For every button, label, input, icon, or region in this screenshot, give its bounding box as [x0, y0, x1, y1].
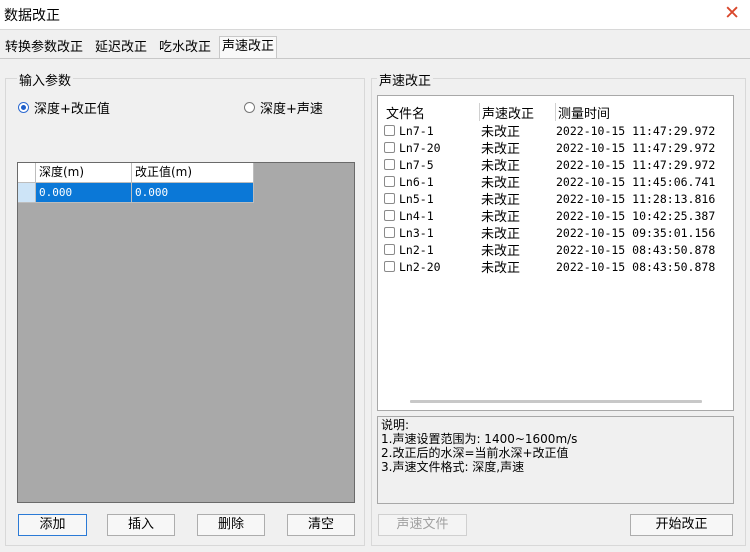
- radio-depth-velocity-label: 深度+声速: [260, 102, 323, 117]
- header-filename[interactable]: 文件名: [384, 103, 480, 122]
- grid-corner: [18, 163, 36, 183]
- notes-title: 说明:: [381, 418, 410, 432]
- file-row[interactable]: Ln4-1 未改正 2022-10-15 10:42:25.387: [384, 207, 726, 225]
- checkbox[interactable]: [384, 176, 395, 187]
- horizontal-scrollbar[interactable]: [410, 400, 702, 403]
- close-icon[interactable]: ✕: [724, 3, 740, 23]
- grid-header-depth[interactable]: 深度(m): [36, 163, 132, 183]
- file-row[interactable]: Ln7-5 未改正 2022-10-15 11:47:29.972: [384, 156, 726, 174]
- tab-sound-velocity-correction[interactable]: 声速改正: [219, 36, 278, 59]
- file-name: Ln6-1: [399, 174, 434, 189]
- file-name: Ln2-1: [399, 242, 434, 257]
- file-time: 2022-10-15 08:43:50.878: [556, 259, 716, 274]
- file-time: 2022-10-15 09:35:01.156: [556, 225, 716, 240]
- file-time: 2022-10-15 11:47:29.972: [556, 123, 716, 138]
- tab-draft-correction[interactable]: 吃水改正: [157, 38, 213, 58]
- grid-row-header[interactable]: [18, 183, 36, 203]
- grid-row[interactable]: 0.000 0.000: [18, 183, 254, 203]
- checkbox[interactable]: [384, 261, 395, 272]
- file-row[interactable]: Ln5-1 未改正 2022-10-15 11:28:13.816: [384, 190, 726, 208]
- grid-cell-depth[interactable]: 0.000: [36, 183, 132, 203]
- file-name: Ln2-20: [399, 259, 441, 274]
- radio-selected-icon: [18, 102, 29, 113]
- checkbox[interactable]: [384, 244, 395, 255]
- radio-depth-correction-label: 深度+改正值: [34, 102, 110, 117]
- header-time[interactable]: 测量时间: [556, 103, 724, 122]
- file-name: Ln3-1: [399, 225, 434, 240]
- radio-depth-velocity[interactable]: 深度+声速: [244, 98, 323, 117]
- start-correction-button[interactable]: 开始改正: [630, 514, 733, 536]
- sound-file-button[interactable]: 声速文件: [378, 514, 467, 536]
- file-row[interactable]: Ln2-20 未改正 2022-10-15 08:43:50.878: [384, 258, 726, 276]
- file-name: Ln7-1: [399, 123, 434, 138]
- add-button[interactable]: 添加: [18, 514, 87, 536]
- notes-line: 1.声速设置范围为: 1400~1600m/s: [381, 432, 578, 446]
- file-time: 2022-10-15 11:45:06.741: [556, 174, 716, 189]
- insert-button[interactable]: 插入: [107, 514, 175, 536]
- checkbox[interactable]: [384, 210, 395, 221]
- checkbox[interactable]: [384, 193, 395, 204]
- file-name: Ln5-1: [399, 191, 434, 206]
- clear-button[interactable]: 清空: [287, 514, 355, 536]
- checkbox[interactable]: [384, 159, 395, 170]
- file-time: 2022-10-15 11:47:29.972: [556, 140, 716, 155]
- file-row[interactable]: Ln6-1 未改正 2022-10-15 11:45:06.741: [384, 173, 726, 191]
- tab-divider: [0, 58, 750, 59]
- checkbox[interactable]: [384, 125, 395, 136]
- depth-correction-grid[interactable]: 深度(m) 改正值(m) 0.000 0.000: [17, 162, 355, 503]
- notes-line: 3.声速文件格式: 深度,声速: [381, 460, 525, 474]
- file-row[interactable]: Ln7-1 未改正 2022-10-15 11:47:29.972: [384, 122, 726, 140]
- delete-button[interactable]: 删除: [197, 514, 265, 536]
- checkbox[interactable]: [384, 142, 395, 153]
- input-params-label: 输入参数: [17, 70, 74, 89]
- file-row[interactable]: Ln3-1 未改正 2022-10-15 09:35:01.156: [384, 224, 726, 242]
- header-status[interactable]: 声速改正: [480, 103, 556, 122]
- grid-header: 深度(m) 改正值(m): [18, 163, 254, 183]
- file-row[interactable]: Ln2-1 未改正 2022-10-15 08:43:50.878: [384, 241, 726, 259]
- checkbox[interactable]: [384, 227, 395, 238]
- file-time: 2022-10-15 11:28:13.816: [556, 191, 716, 206]
- tab-delay-correction[interactable]: 延迟改正: [93, 38, 149, 58]
- file-time: 2022-10-15 08:43:50.878: [556, 242, 716, 257]
- file-list[interactable]: 文件名 声速改正 测量时间 Ln7-1 未改正 2022-10-15 11:47…: [377, 95, 734, 411]
- file-name: Ln4-1: [399, 208, 434, 223]
- sound-velocity-label: 声速改正: [377, 70, 434, 89]
- file-list-header: 文件名 声速改正 测量时间: [384, 103, 724, 122]
- grid-header-correction[interactable]: 改正值(m): [132, 163, 254, 183]
- notes-panel: 说明: 1.声速设置范围为: 1400~1600m/s 2.改正后的水深=当前水…: [377, 416, 734, 504]
- file-name: Ln7-5: [399, 157, 434, 172]
- file-row[interactable]: Ln7-20 未改正 2022-10-15 11:47:29.972: [384, 139, 726, 157]
- title-bar: 数据改正 ✕: [0, 0, 750, 30]
- radio-unselected-icon: [244, 102, 255, 113]
- tab-transform-correction[interactable]: 转换参数改正: [3, 38, 85, 58]
- file-time: 2022-10-15 11:47:29.972: [556, 157, 716, 172]
- file-name: Ln7-20: [399, 140, 441, 155]
- file-status: 未改正: [481, 261, 521, 276]
- radio-depth-correction[interactable]: 深度+改正值: [18, 98, 110, 117]
- grid-cell-correction[interactable]: 0.000: [132, 183, 254, 203]
- window-title: 数据改正: [4, 8, 60, 24]
- notes-line: 2.改正后的水深=当前水深+改正值: [381, 446, 569, 460]
- file-time: 2022-10-15 10:42:25.387: [556, 208, 716, 223]
